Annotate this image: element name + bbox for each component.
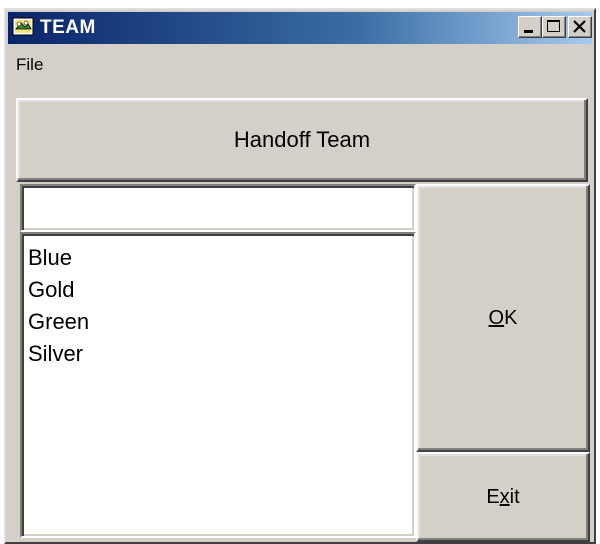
- maximize-icon: [547, 20, 560, 32]
- menu-bar: File: [8, 46, 592, 84]
- menu-file[interactable]: File: [16, 55, 43, 75]
- ok-mnemonic: O: [488, 306, 505, 329]
- exit-prefix: E: [486, 485, 500, 508]
- exit-mnemonic: x: [499, 485, 510, 508]
- exit-rest: it: [509, 485, 520, 508]
- list-item[interactable]: Silver: [28, 338, 408, 370]
- minimize-icon: [524, 30, 533, 33]
- maximize-button[interactable]: [542, 16, 566, 38]
- title-bar[interactable]: TEAM: [8, 12, 592, 44]
- list-item[interactable]: Gold: [28, 274, 408, 306]
- team-list[interactable]: Blue Gold Green Silver: [20, 232, 416, 538]
- list-item[interactable]: Blue: [28, 242, 408, 274]
- minimize-button[interactable]: [518, 16, 542, 38]
- handoff-team-button[interactable]: Handoff Team: [16, 98, 588, 182]
- ok-rest: K: [504, 306, 518, 329]
- ok-button-label: OK: [489, 307, 518, 330]
- exit-button[interactable]: Exit: [416, 452, 590, 542]
- exit-button-label: Exit: [486, 486, 519, 509]
- close-button[interactable]: [568, 16, 592, 38]
- list-item[interactable]: Green: [28, 306, 408, 338]
- close-icon: [573, 20, 586, 33]
- ok-button[interactable]: OK: [416, 184, 590, 452]
- team-window: TEAM File Handoff Team Blue Gold Green S…: [4, 8, 596, 544]
- app-icon[interactable]: [12, 15, 36, 39]
- handoff-team-label: Handoff Team: [233, 127, 371, 152]
- window-title: TEAM: [40, 17, 96, 38]
- team-input[interactable]: [20, 184, 416, 232]
